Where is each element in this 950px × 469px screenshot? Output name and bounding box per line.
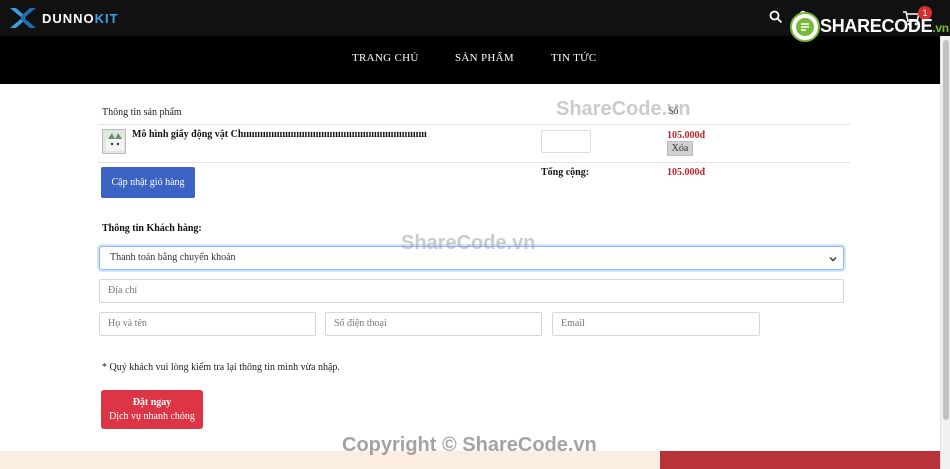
nav-item-products[interactable]: SẢN PHẨM	[455, 52, 514, 64]
footer-accent	[660, 451, 940, 469]
nav-item-news[interactable]: TIN TỨC	[551, 52, 597, 64]
email-field[interactable]: Email	[552, 312, 760, 336]
product-image-icon	[103, 130, 125, 153]
page-scrollbar[interactable]	[940, 36, 950, 469]
copyright-watermark: Copyright © ShareCode.vn	[342, 434, 597, 456]
table-divider	[98, 162, 850, 163]
logo-mark-icon	[10, 8, 36, 28]
cart-item-price: 105.000đ	[667, 130, 706, 141]
quantity-input[interactable]	[541, 130, 591, 153]
logo-text: DUNNOKIT	[42, 11, 119, 26]
address-field[interactable]: Địa chỉ	[99, 279, 844, 303]
search-icon[interactable]	[769, 10, 783, 24]
table-divider	[98, 124, 850, 125]
sharecode-logo-icon	[790, 12, 820, 42]
scrollbar-thumb[interactable]	[943, 40, 949, 420]
chevron-down-icon	[829, 257, 837, 262]
order-now-button[interactable]: Đặt ngay Dịch vụ nhanh chóng	[101, 390, 203, 429]
sharecode-badge: SHARECODE.vn	[790, 12, 949, 42]
delete-item-button[interactable]: Xóa	[667, 141, 693, 156]
order-button-subtitle: Dịch vụ nhanh chóng	[109, 411, 195, 422]
logo-text-accent: KIT	[94, 10, 119, 26]
badge-suffix-text: .vn	[932, 21, 949, 35]
sharecode-badge-text: SHARECODE.vn	[820, 16, 949, 37]
customer-info-title: Thông tin Khách hàng:	[102, 223, 202, 234]
product-thumbnail[interactable]	[102, 129, 126, 154]
cart-header-product: Thông tin sản phẩm	[102, 107, 182, 118]
order-button-title: Đặt ngay	[132, 397, 172, 408]
verify-info-note: * Quý khách vui lòng kiểm tra lại thông …	[102, 362, 340, 373]
total-label: Tổng cộng:	[541, 167, 590, 178]
site-logo[interactable]: DUNNOKIT	[8, 5, 119, 31]
full-name-field[interactable]: Họ và tên	[99, 312, 316, 336]
badge-main-text: SHARECODE	[820, 16, 933, 36]
nav-item-home[interactable]: TRANG CHỦ	[352, 52, 419, 64]
payment-method-value: Thanh toán bằng chuyển khoản	[110, 252, 236, 263]
total-value: 105.000đ	[667, 167, 706, 178]
watermark-text: ShareCode.vn	[556, 98, 691, 120]
phone-field[interactable]: Số điện thoại	[325, 312, 542, 336]
logo-text-main: DUNNO	[42, 10, 95, 26]
update-cart-button[interactable]: Cập nhật giỏ hàng	[101, 167, 195, 198]
cart-item-name: Mô hình giấy động vật Chıııııııııııııııı…	[132, 129, 427, 140]
watermark-text: ShareCode.vn	[401, 232, 536, 254]
